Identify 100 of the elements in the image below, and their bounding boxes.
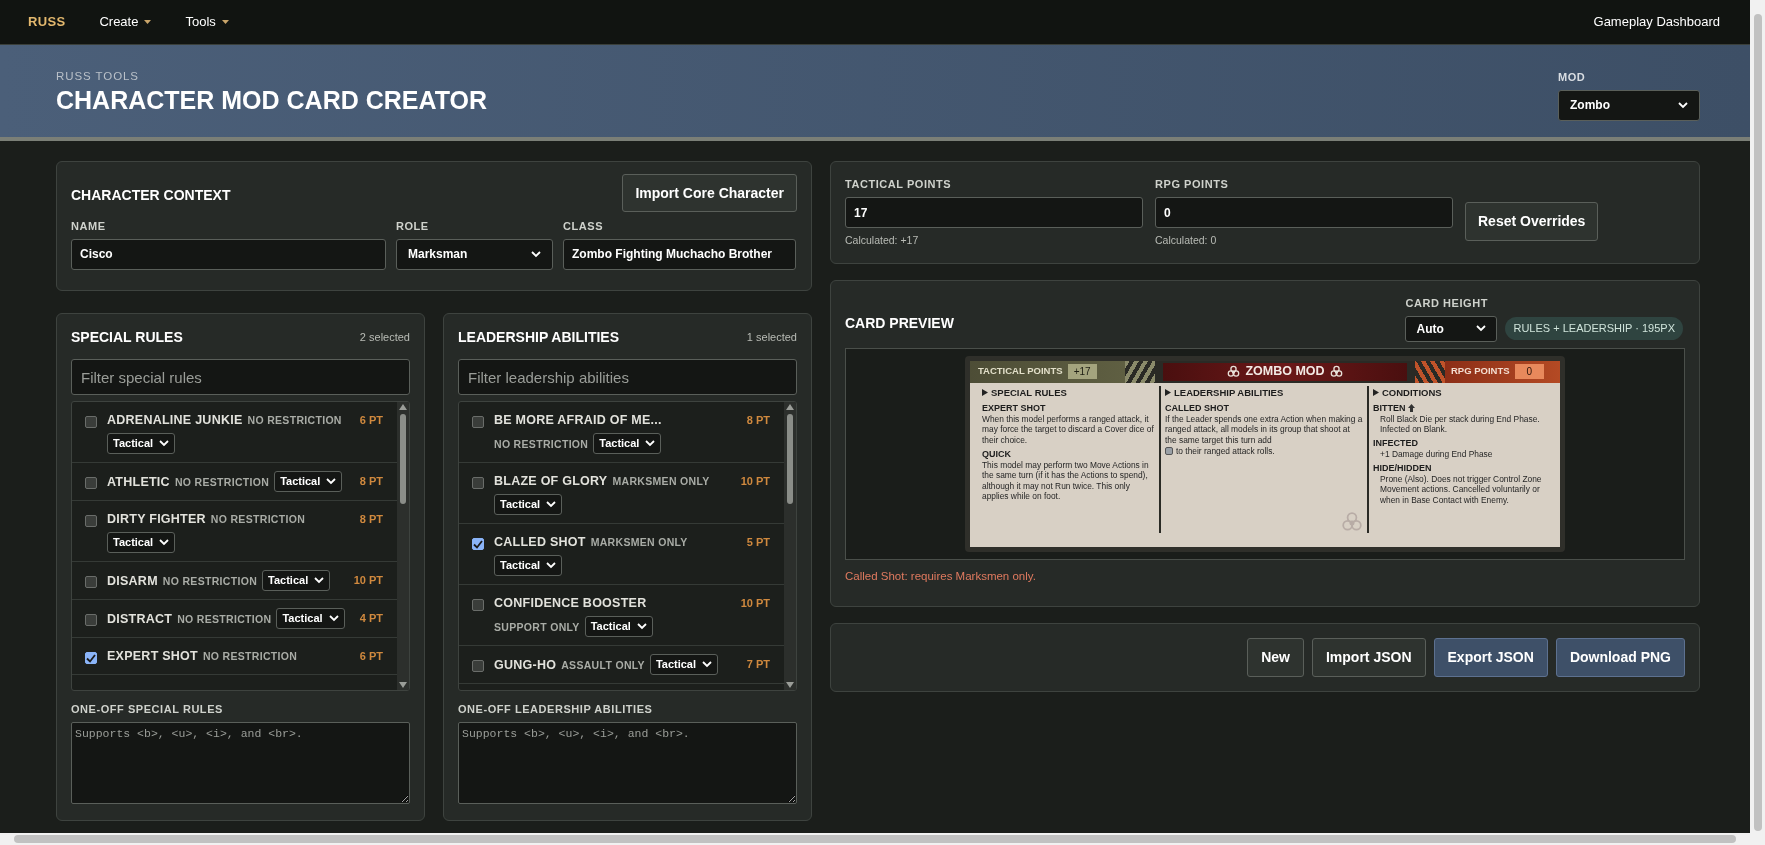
checkbox[interactable] [85,477,97,489]
checkbox[interactable] [472,599,484,611]
field-label: ONE-OFF SPECIAL RULES [71,702,224,717]
field-label: ONE-OFF LEADERSHIP ABILITIES [458,702,654,717]
checkbox[interactable] [85,614,97,626]
checkbox[interactable] [472,416,484,428]
checkbox[interactable] [472,660,484,672]
checkbox[interactable] [472,477,484,489]
stripe-decoration [1415,360,1445,383]
item-name: GUNG-HO [494,656,557,674]
checkbox[interactable] [85,515,97,527]
action-button[interactable]: Import JSON [1311,638,1426,677]
card-entry-name: HIDE/HIDDEN [1373,462,1432,474]
select-field[interactable]: Tactical [593,433,662,454]
restriction-label: ASSAULT ONLY [561,657,645,673]
chevron-icon [1678,101,1688,109]
checkbox[interactable] [85,416,97,428]
select-field[interactable]: Tactical [107,433,176,454]
select-field[interactable]: Marksman [396,238,553,270]
item-name: CONFIDENCE BOOSTER [494,595,647,612]
chevron-icon [636,623,647,630]
warning-text: Called Shot: requires Marksmen only. [845,568,1037,584]
item-name: CALLED SHOT [494,534,586,551]
field-label: MOD [1558,70,1587,86]
action-button[interactable]: Export JSON [1433,638,1548,677]
brand-logo[interactable]: RUSS [28,12,66,32]
select-field[interactable]: Tactical [584,616,653,637]
card-entry-text: Prone (Also). Does not trigger Control Zone Movement actions. Cancelled voluntarily or when in Base Contact with Enemy. [1379,473,1543,506]
select-field[interactable]: Tactical [276,608,345,629]
import-core-character-button[interactable]: Import Core Character [622,174,797,212]
select-field[interactable]: Tactical [494,494,563,515]
select-field[interactable]: Tactical [649,654,719,675]
filter-input-field[interactable]: Filter leadership abilities [458,359,797,395]
chevron-icon [531,250,541,258]
nav-menu[interactable]: Create [99,12,152,32]
field-label: TACTICAL POINTS [845,176,953,192]
card-entry-text: This model may perform two Move Actions in the same turn (if it has the Actions to spend), although it may not Run twice. This only applies while on foot. [982,459,1150,502]
field-label: ROLE [396,219,430,234]
select-field[interactable]: Tactical [494,555,563,576]
die-icon [1165,446,1173,455]
scroll-up-arrow-icon[interactable] [786,404,794,410]
nav-menu[interactable]: Tools [185,12,229,32]
select-field[interactable]: Tactical [274,471,343,492]
select-field[interactable]: Tactical [262,570,331,591]
caret-icon [144,20,152,24]
card-entry-text: When this model performs a ranged attack, it may force the target to discard a Cover dice of their choice. [982,413,1155,446]
card-title: ZOMBO MOD [1245,363,1325,381]
item-name: ATHLETIC [107,473,170,491]
card-value: +17 [1067,364,1097,379]
action-button[interactable]: New [1247,638,1304,677]
mod-select[interactable]: Zombo [1558,89,1700,121]
card-entry-name: BITTEN [1373,402,1406,414]
points-input-field[interactable]: 0 [1155,197,1453,229]
select-field[interactable]: Tactical [107,532,176,553]
selected-count: 1 selected [746,329,797,345]
nav-link[interactable]: Gameplay Dashboard [1593,12,1720,32]
card-entry-name: INFECTED [1373,437,1418,449]
text-input-field[interactable]: Cisco [71,238,386,270]
scroll-up-arrow-icon[interactable] [399,404,407,410]
card-entry-text: +1 Damage during End Phase [1379,448,1494,460]
biohazard-icon [1227,365,1241,378]
points-label: 10 PT [740,596,770,611]
restriction-label: SUPPORT ONLY [494,619,580,635]
header-eyebrow: RUSS TOOLS [56,69,140,85]
restriction-label: NO RESTRICTION [494,436,589,452]
scroll-down-arrow-icon[interactable] [786,682,794,688]
list-scrollbar[interactable] [397,402,409,690]
section-title: CARD PREVIEW [845,313,954,333]
text-area-field[interactable]: Supports <b>, <u>, <i>, and <br>. [71,721,410,804]
item-name: DISTRACT [107,610,173,628]
restriction-label: NO RESTRICTION [247,413,342,428]
restriction-label: NO RESTRICTION [177,611,272,627]
checkbox[interactable] [472,538,484,550]
checkbox[interactable] [85,652,97,664]
list-scrollbar[interactable] [784,402,796,690]
text-area-field[interactable]: Supports <b>, <u>, <i>, and <br>. [458,721,797,804]
card-entry-text: to their ranged attack rolls. [1176,445,1275,457]
restriction-label: NO RESTRICTION [174,474,270,490]
triangle-icon [1373,389,1379,397]
action-button[interactable]: Download PNG [1555,638,1685,677]
text-input-field[interactable]: Zombo Fighting Muchacho Brother [563,238,796,270]
select-field[interactable]: Auto [1405,315,1498,342]
scroll-down-arrow-icon[interactable] [399,682,407,688]
item-name: DISARM [107,572,158,590]
reset-overrides-button[interactable]: Reset Overrides [1465,202,1599,241]
card-entry-name: EXPERT SHOT [982,402,1046,414]
card-label: RPG POINTS [1451,364,1510,379]
horizontal-scrollbar[interactable] [0,833,1750,845]
field-label: CLASS [563,219,605,234]
checkbox[interactable] [85,576,97,588]
item-name: BE MORE AFRAID OF ME... [494,412,662,429]
section-title: SPECIAL RULES [71,327,183,347]
calculated-hint: Calculated: 0 [1155,233,1218,249]
card-column-heading: LEADERSHIP ABILITIES [1174,385,1284,400]
filter-input-field[interactable]: Filter special rules [71,359,410,395]
points-input-field[interactable]: 17 [845,197,1143,229]
points-label: 8 PT [359,512,383,527]
vertical-scrollbar[interactable] [1750,0,1765,845]
restriction-label: NO RESTRICTION [202,649,298,664]
page-title: CHARACTER MOD CARD CREATOR [56,85,487,114]
